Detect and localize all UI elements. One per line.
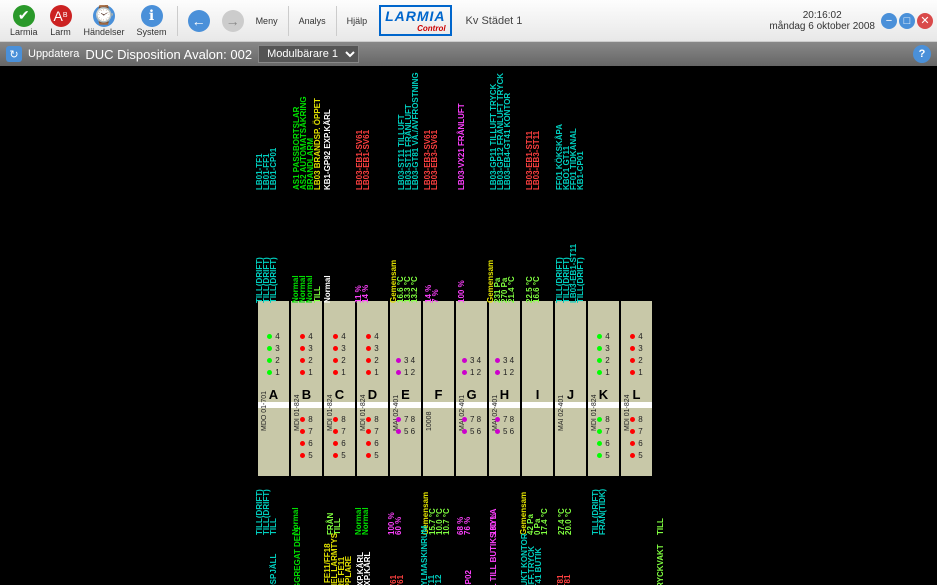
larmia-logo: LARMIAControl [373, 5, 457, 36]
larm-button[interactable]: ABLarm [44, 3, 78, 39]
signal-label: LB03-EB1-SV61 [362, 130, 371, 190]
signal-value: Normal [361, 507, 370, 535]
clock: 20:16:02måndag 6 oktober 2008 [769, 10, 881, 32]
system-button[interactable]: ℹSystem [131, 3, 173, 39]
signal-value: TILL [269, 518, 278, 535]
module-K[interactable]: 1234KMDI 01-8248765 [588, 301, 619, 476]
signal-label: LB01-EB1-GT81 [563, 575, 572, 585]
signal-label: LB03-EB3-SV61 [430, 130, 439, 190]
signal-label: TILL(DRIFT) [576, 257, 585, 303]
signal-label: KB1-CP01 [576, 151, 585, 190]
signal-label: LB03-SP81 EXP.KÄRL [363, 552, 372, 585]
signal-label: Normal [323, 275, 332, 303]
hjalp-button[interactable]: Hjälp [341, 14, 374, 28]
sub-toolbar: ↻ Uppdatera DUC Disposition Avalon: 002 … [0, 42, 937, 66]
signal-label: TILL(DRIFT) [269, 257, 278, 303]
larmia-button[interactable]: ✔Larmia [4, 3, 44, 39]
refresh-icon[interactable]: ↻ [6, 46, 22, 62]
module-L[interactable]: 1234LMDI 01-8248765 [621, 301, 652, 476]
signal-label: LB01-CP01 [269, 148, 278, 190]
signal-label: LB01-EB2-SV61 [396, 575, 405, 585]
module-A[interactable]: 1234AMDO 01-701 [258, 301, 289, 476]
signal-label: LB01-EB1-GT12 [434, 575, 443, 585]
page-title: DUC Disposition Avalon: 002 [85, 47, 252, 62]
signal-value: FRÅN(TIDK) [598, 489, 607, 535]
signal-label: FF17/FX17 TRYCKVAKT [656, 544, 665, 585]
module-J[interactable]: JMAI 02-401 [555, 301, 586, 476]
signal-label: LB01 BRANDSPJÄLL [269, 554, 278, 585]
module-H[interactable]: 1 23 4HMAI 02-4017 85 6 [489, 301, 520, 476]
module-I[interactable]: I [522, 301, 553, 476]
signal-label: LB03-GT81 VÅ./AVFROSTNING [411, 72, 420, 190]
uppdatera-label[interactable]: Uppdatera [28, 48, 79, 60]
minimize-button[interactable]: − [881, 13, 897, 29]
forward-button[interactable]: → [216, 8, 250, 34]
main-toolbar: ✔Larmia ABLarm ⌚Händelser ℹSystem ← → Me… [0, 0, 937, 42]
signal-value: TILL [656, 518, 665, 535]
help-icon[interactable]: ? [913, 45, 931, 63]
signal-label: 13.2 °C [410, 276, 419, 303]
meny-button[interactable]: Meny [250, 14, 284, 28]
back-button[interactable]: ← [182, 8, 216, 34]
signal-value: 17.4 °C [540, 508, 549, 535]
signal-label: LB03-EB4-GT41 BUTIK [534, 548, 543, 585]
signal-label: KB1-GP92 EXP.KÄRL [323, 109, 332, 190]
analys-button[interactable]: Analys [293, 14, 332, 28]
module-D[interactable]: 1234DMDI 01-8248765 [357, 301, 388, 476]
module-F[interactable]: F10008 [423, 301, 454, 476]
module-G[interactable]: 1 23 4GMAI 02-4017 85 6 [456, 301, 487, 476]
signal-label: VS30-CP01-CP02 [464, 570, 473, 585]
signal-label: LB03 BRANDSP. ÖPPET [313, 98, 322, 190]
module-row: 1234AMDO 01-7011234BMDI 01-82487651234CM… [258, 301, 652, 476]
handelser-button[interactable]: ⌚Händelser [78, 3, 131, 39]
signal-label: STYRSIGNAL TILL BUTIKS KYLA [489, 509, 498, 585]
signal-label: LB03 OMKOPPLARE [344, 556, 353, 585]
signal-label: 21.4 °C [507, 276, 516, 303]
signal-label: 16.6 °C [532, 276, 541, 303]
module-E[interactable]: 1 23 4EMAI 02-4017 85 6 [390, 301, 421, 476]
maximize-button[interactable]: □ [899, 13, 915, 29]
signal-label: LB03-EB3-ST11 [532, 131, 541, 190]
module-C[interactable]: 1234CMDI 01-8248765 [324, 301, 355, 476]
canvas: 1234AMDO 01-7011234BMDI 01-82487651234CM… [0, 66, 937, 585]
module-B[interactable]: 1234BMDI 01-8248765 [291, 301, 322, 476]
modulbarare-select[interactable]: Modulbärare 1 [258, 45, 359, 63]
signal-value: 60 % [394, 517, 403, 535]
signal-label: LB03-VX21 FRÅNLUFT [457, 103, 466, 190]
signal-label: 14 % [361, 285, 370, 303]
signal-label: TILL [313, 286, 322, 303]
signal-label: 7 % [431, 289, 440, 303]
signal-value: 20.0 °C [564, 508, 573, 535]
close-button[interactable]: ✕ [917, 13, 933, 29]
signal-value: 76 % [463, 517, 472, 535]
signal-value: 10.7 °C [442, 508, 451, 535]
object-label: Kv Städet 1 [466, 15, 523, 27]
signal-label: 100 % [457, 280, 466, 303]
signal-label: LB03-EB4-GT41 KONTOR [503, 93, 512, 190]
signal-label: NÖDLJUS AGGREGAT DEL1 [293, 527, 302, 585]
